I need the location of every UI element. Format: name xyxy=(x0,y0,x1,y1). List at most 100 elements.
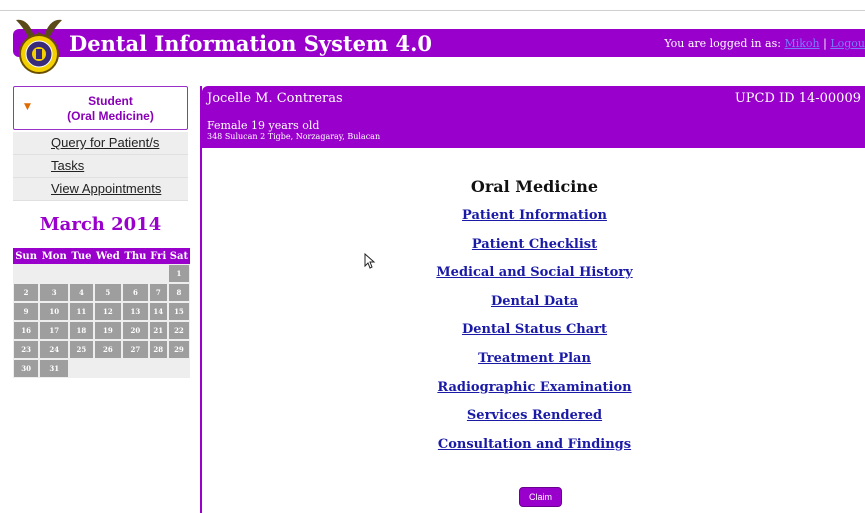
app-title: Dental Information System 4.0 xyxy=(69,31,433,56)
section-title: Oral Medicine xyxy=(470,177,599,196)
calendar-weekday-header: Sun xyxy=(13,248,40,264)
calendar-day-number: 4 xyxy=(70,284,93,301)
calendar-empty-cell xyxy=(148,359,168,378)
role-selector[interactable]: ▼ Student (Oral Medicine) xyxy=(13,86,188,130)
calendar-day-cell[interactable]: 2 xyxy=(13,283,40,302)
calendar-day-cell[interactable]: 24 xyxy=(39,340,70,359)
link-treatment-plan[interactable]: Treatment Plan xyxy=(202,351,865,380)
calendar-day-cell[interactable]: 19 xyxy=(93,321,123,340)
calendar-day-number: 31 xyxy=(40,360,69,377)
calendar-day-cell[interactable]: 1 xyxy=(167,264,190,283)
calendar-empty-cell xyxy=(13,264,40,283)
link-services-rendered[interactable]: Services Rendered xyxy=(202,408,865,437)
calendar-day-cell[interactable]: 13 xyxy=(122,302,149,321)
calendar-day-cell[interactable]: 31 xyxy=(39,359,70,378)
calendar-day-cell[interactable]: 27 xyxy=(122,340,149,359)
calendar-day-cell[interactable]: 25 xyxy=(69,340,94,359)
calendar-day-number: 19 xyxy=(94,322,122,339)
calendar-day-cell[interactable]: 10 xyxy=(39,302,70,321)
role-name: Student xyxy=(88,94,133,108)
calendar-day-cell[interactable]: 18 xyxy=(69,321,94,340)
calendar-day-cell[interactable]: 21 xyxy=(148,321,168,340)
calendar-day-cell[interactable]: 17 xyxy=(39,321,70,340)
calendar: Sun Mon Tue Wed Thu Fri Sat 1 2 3 4 5 6 7 8 9 10 11 12 13 1… xyxy=(13,248,190,378)
calendar-week-row: 16 17 18 19 20 21 22 xyxy=(13,321,190,340)
sidebar: ▼ Student (Oral Medicine) Query for Pati… xyxy=(13,86,190,378)
calendar-day-number: 16 xyxy=(14,322,39,339)
calendar-empty-cell xyxy=(148,264,168,283)
calendar-day-number: 12 xyxy=(94,303,122,320)
calendar-weekday-header: Wed xyxy=(93,248,123,264)
calendar-day-number: 28 xyxy=(149,341,167,358)
username-link[interactable]: Mikoh xyxy=(784,37,819,50)
calendar-day-number: 30 xyxy=(14,360,39,377)
calendar-day-number: 17 xyxy=(40,322,69,339)
calendar-day-cell[interactable]: 30 xyxy=(13,359,40,378)
calendar-day-number: 29 xyxy=(168,341,189,358)
calendar-day-cell[interactable]: 26 xyxy=(93,340,123,359)
calendar-weekday-header: Sat xyxy=(167,248,190,264)
calendar-day-number: 8 xyxy=(168,284,189,301)
sidebar-item-tasks[interactable]: Tasks xyxy=(13,155,188,178)
claim-button[interactable]: Claim xyxy=(519,487,563,507)
calendar-day-number: 26 xyxy=(94,341,122,358)
calendar-day-number: 3 xyxy=(40,284,69,301)
calendar-day-cell[interactable]: 29 xyxy=(167,340,190,359)
calendar-day-cell[interactable]: 12 xyxy=(93,302,123,321)
calendar-empty-cell xyxy=(69,359,94,378)
sidebar-item-query-patients[interactable]: Query for Patient/s xyxy=(13,132,188,155)
calendar-day-cell[interactable]: 8 xyxy=(167,283,190,302)
sidebar-item-view-appointments[interactable]: View Appointments xyxy=(13,178,188,201)
link-dental-status-chart[interactable]: Dental Status Chart xyxy=(202,322,865,351)
calendar-day-cell[interactable]: 16 xyxy=(13,321,40,340)
calendar-week-row: 23 24 25 26 27 28 29 xyxy=(13,340,190,359)
calendar-day-number: 6 xyxy=(123,284,148,301)
calendar-day-number: 24 xyxy=(40,341,69,358)
link-radiographic-examination[interactable]: Radiographic Examination xyxy=(202,380,865,409)
calendar-week-row: 1 xyxy=(13,264,190,283)
calendar-day-number: 23 xyxy=(14,341,39,358)
link-medical-social-history[interactable]: Medical and Social History xyxy=(202,265,865,294)
patient-name: Jocelle M. Contreras xyxy=(207,91,343,106)
mouse-cursor-icon xyxy=(364,253,376,269)
role-department: (Oral Medicine) xyxy=(67,109,154,123)
caret-down-icon: ▼ xyxy=(24,102,31,112)
calendar-day-number: 13 xyxy=(123,303,148,320)
university-seal-icon xyxy=(16,19,62,74)
calendar-day-cell[interactable]: 28 xyxy=(148,340,168,359)
link-patient-information[interactable]: Patient Information xyxy=(202,208,865,237)
link-consultation-findings[interactable]: Consultation and Findings xyxy=(202,437,865,466)
calendar-day-number: 25 xyxy=(70,341,93,358)
calendar-week-row: 9 10 11 12 13 14 15 xyxy=(13,302,190,321)
top-divider xyxy=(0,10,865,11)
calendar-day-cell[interactable]: 9 xyxy=(13,302,40,321)
calendar-month-title: March 2014 xyxy=(39,214,162,235)
calendar-day-cell[interactable]: 14 xyxy=(148,302,168,321)
role-label: Student (Oral Medicine) xyxy=(34,94,187,124)
calendar-day-cell[interactable]: 11 xyxy=(69,302,94,321)
calendar-day-cell[interactable]: 3 xyxy=(39,283,70,302)
patient-info: Female 19 years old xyxy=(207,119,320,132)
patient-header: Jocelle M. Contreras UPCD ID 14-00009 Fe… xyxy=(202,86,865,148)
calendar-weekday-header: Fri xyxy=(148,248,168,264)
calendar-day-number: 11 xyxy=(70,303,93,320)
calendar-day-cell[interactable]: 20 xyxy=(122,321,149,340)
calendar-day-cell[interactable]: 23 xyxy=(13,340,40,359)
calendar-day-cell[interactable]: 4 xyxy=(69,283,94,302)
calendar-day-cell[interactable]: 6 xyxy=(122,283,149,302)
logout-link[interactable]: Logou xyxy=(830,37,865,50)
login-label: You are logged in as: xyxy=(664,37,781,50)
calendar-day-number: 7 xyxy=(149,284,167,301)
calendar-weekday-header: Mon xyxy=(39,248,70,264)
link-patient-checklist[interactable]: Patient Checklist xyxy=(202,237,865,266)
calendar-day-number: 9 xyxy=(14,303,39,320)
calendar-day-number: 2 xyxy=(14,284,39,301)
patient-panel: Jocelle M. Contreras UPCD ID 14-00009 Fe… xyxy=(200,86,865,513)
calendar-day-cell[interactable]: 5 xyxy=(93,283,123,302)
calendar-day-cell[interactable]: 7 xyxy=(148,283,168,302)
calendar-day-cell[interactable]: 22 xyxy=(167,321,190,340)
calendar-day-cell[interactable]: 15 xyxy=(167,302,190,321)
calendar-week-row: 30 31 xyxy=(13,359,190,378)
patient-id: UPCD ID 14-00009 xyxy=(734,91,861,106)
link-dental-data[interactable]: Dental Data xyxy=(202,294,865,323)
